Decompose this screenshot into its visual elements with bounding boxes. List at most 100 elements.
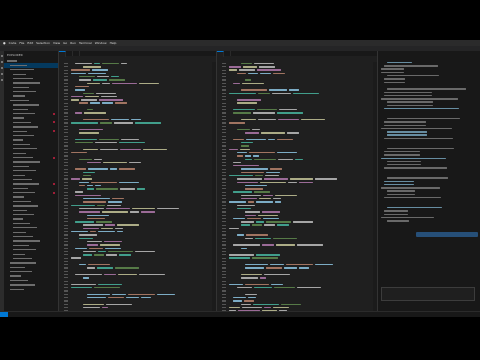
error-badge-icon — [53, 182, 55, 185]
code-token — [245, 293, 257, 296]
code-token — [109, 79, 125, 81]
code-token — [233, 296, 246, 299]
menu-help[interactable]: Help — [110, 41, 117, 45]
menu-code[interactable]: Code — [9, 41, 17, 45]
file-icon — [13, 148, 37, 150]
code-token — [97, 267, 113, 269]
file-icon — [13, 73, 26, 75]
file-icon — [13, 126, 38, 128]
search-icon[interactable] — [1, 61, 3, 63]
code-token — [96, 92, 116, 94]
code-token — [93, 79, 107, 81]
menu-run[interactable]: Run — [70, 41, 76, 45]
code-token — [229, 306, 240, 309]
run-debug-icon[interactable] — [1, 73, 3, 75]
remote-indicator-icon[interactable] — [0, 312, 8, 317]
chat-text — [384, 121, 426, 123]
code-token — [262, 244, 274, 246]
code-token — [71, 122, 98, 124]
file-icon — [13, 77, 33, 80]
code-token — [260, 72, 271, 75]
code-token — [100, 148, 118, 150]
code-token — [97, 76, 109, 78]
code-token — [237, 151, 247, 154]
file-icon — [13, 152, 26, 154]
code-token — [90, 102, 100, 104]
code-token — [237, 99, 261, 101]
editor-group-right[interactable] — [217, 51, 378, 311]
code-token — [79, 184, 85, 187]
menu-file[interactable]: File — [19, 41, 24, 45]
menu-edit[interactable]: Edit — [27, 41, 33, 45]
file-icon — [13, 130, 27, 132]
menu-window[interactable]: Window — [95, 41, 107, 45]
code-token — [87, 240, 102, 243]
file-tree-item[interactable] — [4, 287, 58, 291]
chat-text — [387, 61, 412, 64]
code-token — [71, 287, 92, 289]
code-token — [252, 257, 278, 259]
code-token — [244, 300, 254, 302]
editor-tab[interactable] — [217, 51, 224, 57]
code-token — [98, 250, 106, 253]
code-token — [130, 211, 139, 213]
code-token — [115, 102, 127, 104]
code-token — [263, 194, 273, 197]
extensions-icon[interactable] — [1, 79, 3, 81]
file-icon — [13, 170, 36, 172]
code-token — [75, 191, 83, 193]
apple-icon[interactable]: ● — [3, 41, 6, 45]
code-token — [119, 181, 139, 183]
code-token — [233, 109, 255, 111]
editor-tab[interactable] — [224, 51, 231, 56]
code-token — [273, 198, 281, 200]
code-token — [128, 293, 155, 296]
files-icon[interactable] — [1, 55, 3, 57]
source-control-icon[interactable] — [1, 67, 3, 69]
code-token — [290, 178, 313, 180]
code-token — [71, 231, 88, 233]
chat-text — [387, 101, 433, 103]
chat-input[interactable] — [381, 287, 475, 301]
menu-terminal[interactable]: Terminal — [79, 41, 92, 45]
code-token — [87, 296, 106, 299]
code-token — [83, 250, 96, 253]
code-token — [82, 178, 92, 180]
code-token — [83, 198, 110, 200]
code-token — [143, 148, 167, 150]
editor-tab[interactable] — [59, 51, 66, 57]
code-token — [141, 211, 155, 213]
file-icon — [10, 271, 32, 273]
menu-view[interactable]: View — [53, 41, 60, 45]
code-token — [75, 168, 86, 170]
code-token — [252, 128, 260, 131]
code-token — [229, 254, 254, 256]
chat-text — [381, 68, 404, 70]
code-token — [273, 237, 297, 240]
minimap[interactable] — [373, 62, 377, 311]
minimap[interactable] — [212, 62, 216, 311]
editor-tab[interactable] — [73, 51, 80, 56]
editor-group-left[interactable] — [59, 51, 217, 311]
chat-text — [381, 187, 440, 189]
code-token — [257, 109, 277, 111]
file-icon — [13, 244, 29, 247]
editor-tab[interactable] — [66, 51, 73, 56]
code-token — [237, 155, 243, 157]
code-token — [275, 194, 297, 197]
code-token — [233, 161, 241, 164]
code-token — [245, 264, 268, 266]
code-token — [233, 300, 242, 302]
code-token — [112, 82, 137, 85]
menu-go[interactable]: Go — [63, 41, 67, 45]
code-token — [258, 92, 270, 94]
code-token — [266, 267, 282, 269]
code-token — [114, 122, 133, 124]
code-token — [100, 244, 120, 246]
code-token — [245, 184, 267, 187]
code-token — [120, 148, 141, 150]
code-token — [261, 132, 285, 134]
code-token — [278, 158, 293, 160]
menu-selection[interactable]: Selection — [36, 41, 50, 45]
code-token — [75, 247, 87, 249]
